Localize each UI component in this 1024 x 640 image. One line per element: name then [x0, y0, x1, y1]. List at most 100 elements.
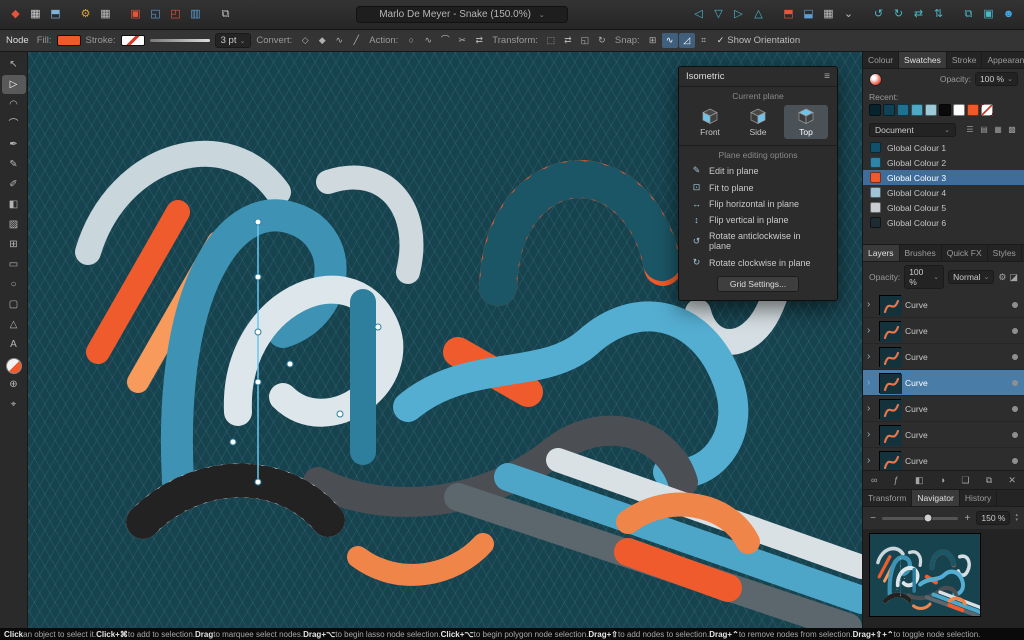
swatch-row[interactable]: Global Colour 6 [863, 215, 1024, 230]
layer-row[interactable]: › Curve [863, 422, 1024, 448]
snap-construction-icon[interactable]: ◿ [678, 33, 695, 48]
zoom-value-dropdown[interactable]: 150 % [976, 511, 1011, 525]
reverse-curve-icon[interactable]: ⇄ [471, 33, 487, 48]
recent-swatch[interactable] [939, 104, 951, 116]
transform-mode-icon[interactable]: ⬚ [543, 33, 559, 48]
blend-mode-select[interactable]: Normal ⌄ [948, 270, 995, 284]
insert-on-top-icon[interactable]: ▥ [186, 5, 205, 24]
rounded-rectangle-tool[interactable]: ▢ [2, 295, 26, 314]
layer-visibility-dot[interactable] [1012, 379, 1018, 386]
grid-view-medium-icon[interactable]: ▦ [992, 124, 1004, 136]
zoom-slider[interactable] [882, 513, 959, 523]
stepper-down-icon[interactable]: ▾ [1015, 518, 1018, 523]
expand-chevron-icon[interactable]: › [867, 351, 875, 362]
order-back-icon[interactable]: ⬓ [799, 5, 818, 24]
tab-quick-fx[interactable]: Quick FX [942, 245, 988, 261]
convert-smart-node-icon[interactable]: ∿ [331, 33, 347, 48]
pixel-persona-icon[interactable]: ▦ [26, 5, 45, 24]
adjustment-icon[interactable]: ◑ [940, 475, 945, 485]
fx-icon[interactable]: ƒ [894, 475, 899, 485]
tab-swatches[interactable]: Swatches [899, 52, 947, 68]
snapshot-icon[interactable]: ⧉ [216, 5, 235, 24]
ellipse-tool[interactable]: ○ [2, 275, 26, 294]
layer-row[interactable]: › Curve [863, 292, 1024, 318]
join-curves-icon[interactable]: ⌒ [437, 33, 453, 48]
zoom-out-button[interactable]: − [869, 513, 877, 524]
swatch-row[interactable]: Global Colour 3 [863, 170, 1024, 185]
zoom-slider-thumb[interactable] [923, 513, 933, 523]
expand-chevron-icon[interactable]: › [867, 455, 875, 466]
layer-visibility-dot[interactable] [1012, 353, 1018, 360]
pen-tool[interactable]: ✒ [2, 135, 26, 154]
insert-behind-icon[interactable]: ◱ [146, 5, 165, 24]
panel-menu-icon[interactable]: ≡ [824, 71, 830, 82]
blend-options-gear-icon[interactable]: ⚙ [998, 272, 1006, 283]
order-front-icon[interactable]: ⬒ [779, 5, 798, 24]
account-icon[interactable]: ☻ [999, 5, 1018, 24]
align-right-icon[interactable]: ▷ [729, 5, 748, 24]
brush-tool[interactable]: ✐ [2, 175, 26, 194]
rectangle-tool[interactable]: ▭ [2, 255, 26, 274]
tab-history[interactable]: History [960, 490, 998, 506]
new-layer-icon[interactable]: ❏ [961, 475, 969, 486]
rotate-clockwise-in-plane-option[interactable]: ↻ Rotate clockwise in plane [679, 254, 837, 271]
insert-front-icon[interactable]: ◰ [166, 5, 185, 24]
recent-swatch[interactable] [911, 104, 923, 116]
layer-visibility-dot[interactable] [1012, 431, 1018, 438]
swatches-opacity-dropdown[interactable]: 100 % ⌄ [975, 72, 1018, 86]
expand-chevron-icon[interactable]: › [867, 429, 875, 440]
swatch-row[interactable]: Global Colour 2 [863, 155, 1024, 170]
smooth-curve-icon[interactable]: ∿ [420, 33, 436, 48]
snap-to-grid-icon[interactable]: ⊞ [645, 33, 661, 48]
stroke-width-dropdown[interactable]: 3 pt ⌄ [214, 33, 252, 48]
insert-inside-icon[interactable]: ▣ [126, 5, 145, 24]
layer-row[interactable]: › Curve [863, 370, 1024, 396]
recent-swatch[interactable] [925, 104, 937, 116]
distribute-icon[interactable]: △ [749, 5, 768, 24]
isometric-panel-header[interactable]: Isometric ≡ [679, 67, 837, 87]
recent-swatch[interactable] [869, 104, 881, 116]
convert-line-icon[interactable]: ╱ [348, 33, 364, 48]
settings-gear-icon[interactable]: ⚙ [76, 5, 95, 24]
export-persona-icon[interactable]: ⬒ [46, 5, 65, 24]
edit-in-plane-option[interactable]: ✎ Edit in plane [679, 162, 837, 179]
delete-icon[interactable]: ✕ [1008, 475, 1016, 486]
swatch-category-select[interactable]: Document ⌄ [869, 123, 956, 137]
navigator-thumbnail[interactable] [869, 533, 981, 617]
shape-tool[interactable]: △ [2, 315, 26, 334]
colour-wheel-icon[interactable] [869, 72, 882, 86]
convert-sharp-node-icon[interactable]: ◇ [297, 33, 313, 48]
fill-tool[interactable]: ◧ [2, 195, 26, 214]
view-tool[interactable]: ⌖ [2, 395, 26, 414]
layer-row[interactable]: › Curve [863, 396, 1024, 422]
designer-persona-icon[interactable]: ◆ [6, 5, 25, 24]
swatch-row[interactable]: Global Colour 4 [863, 185, 1024, 200]
group-icon[interactable]: ▣ [979, 5, 998, 24]
grid-view-small-icon[interactable]: ▤ [978, 124, 990, 136]
node-tool[interactable]: ▷ [1, 75, 26, 94]
expand-chevron-icon[interactable]: › [867, 299, 875, 310]
plane-side[interactable]: Side [736, 105, 780, 139]
list-view-icon[interactable]: ☰ [964, 124, 976, 136]
grid-settings-button[interactable]: Grid Settings... [716, 276, 800, 292]
contour-tool[interactable]: ◠ [2, 95, 26, 114]
zoom-preset-icon[interactable]: ⌄ [839, 5, 858, 24]
align-left-icon[interactable]: ◁ [689, 5, 708, 24]
swatch-row[interactable]: Global Colour 5 [863, 200, 1024, 215]
layer-visibility-dot[interactable] [1012, 405, 1018, 412]
rotate-clockwise-icon[interactable]: ↻ [889, 5, 908, 24]
recent-swatch[interactable] [967, 104, 979, 116]
expand-chevron-icon[interactable]: › [867, 325, 875, 336]
tab-brushes[interactable]: Brushes [900, 245, 942, 261]
plane-top[interactable]: Top [784, 105, 828, 139]
flip-vertical-icon[interactable]: ⇅ [929, 5, 948, 24]
fit-to-plane-option[interactable]: ⊡ Fit to plane [679, 179, 837, 196]
no-fill-swatch[interactable] [981, 104, 993, 116]
flip-horizontal-icon[interactable]: ⇄ [909, 5, 928, 24]
duplicate-icon[interactable]: ⧉ [959, 5, 978, 24]
tab-stroke[interactable]: Stroke [947, 52, 983, 68]
close-curve-icon[interactable]: ○ [403, 33, 419, 48]
tab-appearance[interactable]: Appearance [982, 52, 1024, 68]
layers-opacity-dropdown[interactable]: 100 % ⌄ [904, 265, 945, 289]
expand-chevron-icon[interactable]: › [867, 377, 875, 388]
